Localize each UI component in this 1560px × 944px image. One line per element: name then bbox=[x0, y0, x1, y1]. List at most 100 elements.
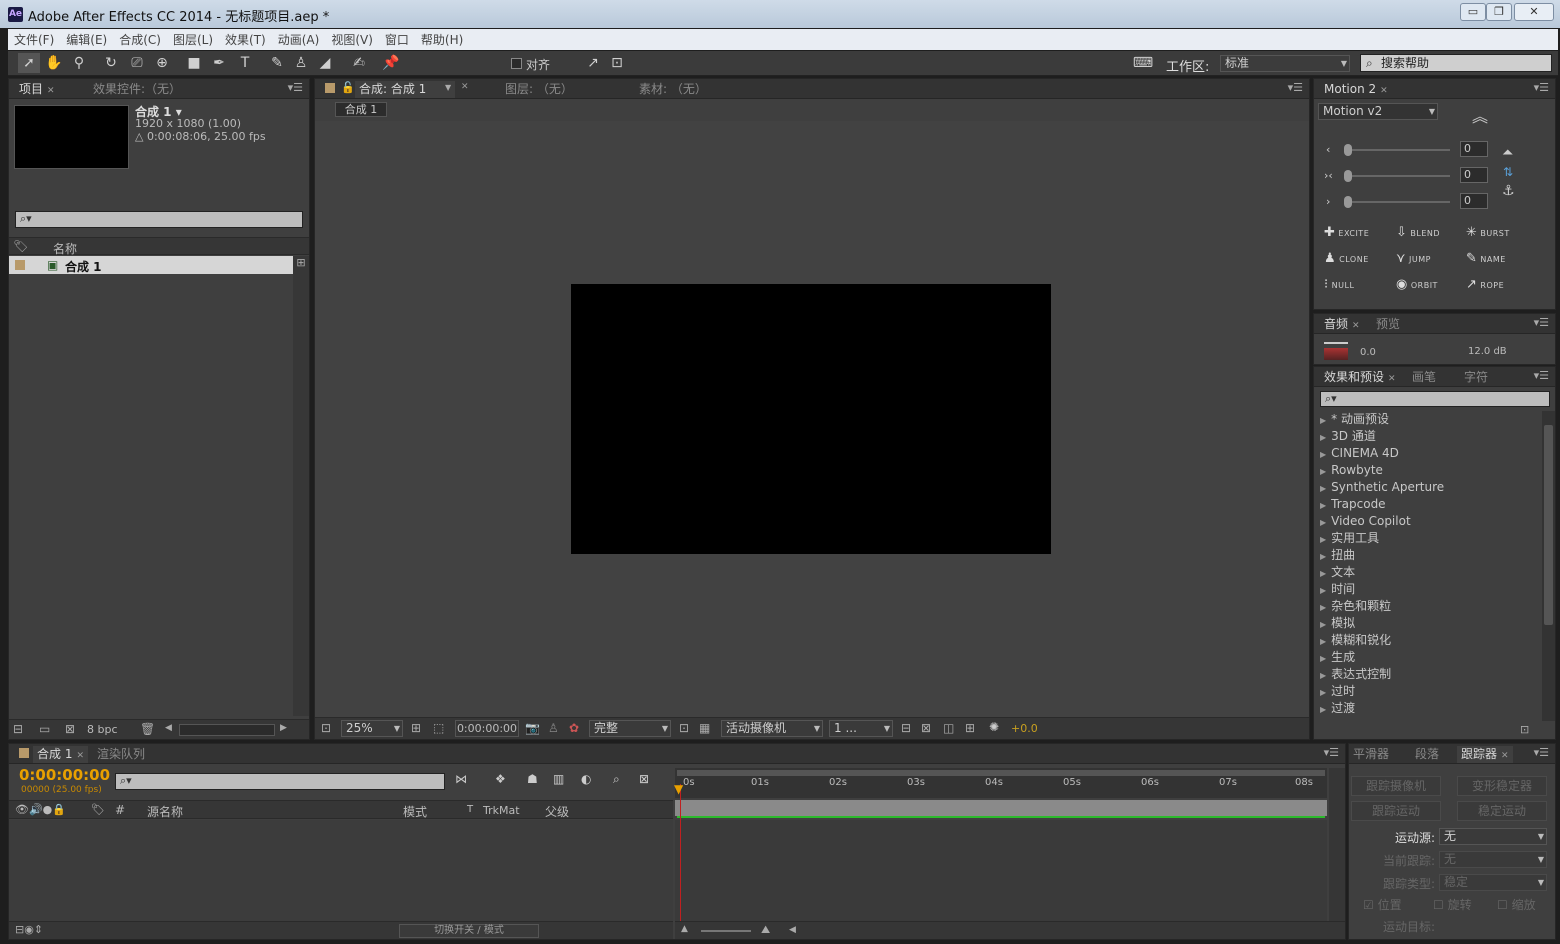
text-tool-icon[interactable]: T bbox=[234, 53, 256, 73]
panel-menu-icon[interactable]: ▾☰ bbox=[288, 81, 303, 94]
brainstorm-icon[interactable]: ⊠ bbox=[639, 772, 649, 786]
tab-tracker[interactable]: 跟踪器 ✕ bbox=[1457, 746, 1513, 763]
panel-menu-icon[interactable]: ▾☰ bbox=[1534, 81, 1549, 94]
burst-button[interactable]: ✳ BURST bbox=[1466, 225, 1510, 240]
excite-button[interactable]: ✚ EXCITE bbox=[1324, 225, 1369, 240]
zoom-out-icon[interactable]: ▲ bbox=[681, 924, 688, 934]
timeline-track-area[interactable] bbox=[675, 820, 1327, 921]
label-column-icon[interactable]: 🏷 bbox=[13, 239, 28, 253]
work-area-bar[interactable] bbox=[675, 800, 1327, 816]
hand-tool-icon[interactable]: ✋ bbox=[43, 53, 65, 73]
transform-mode-icon[interactable]: ⊡ bbox=[606, 53, 628, 73]
tab-motion[interactable]: Motion 2 ✕ bbox=[1320, 81, 1392, 98]
tab-timeline-comp[interactable]: 合成 1 ✕ bbox=[33, 746, 88, 763]
comp-mini-flowchart-icon[interactable]: ⋈ bbox=[455, 772, 467, 786]
menu-layer[interactable]: 图层(L) bbox=[173, 31, 213, 48]
playhead-marker-icon[interactable]: ▼ bbox=[674, 782, 683, 796]
fast-preview-icon[interactable]: ⊠ bbox=[921, 721, 931, 735]
snapshot-icon[interactable]: 📷 bbox=[525, 721, 540, 735]
new-folder-icon[interactable]: ▭ bbox=[39, 722, 50, 736]
ease-both-value[interactable]: 0 bbox=[1460, 167, 1488, 183]
list-item[interactable]: ▶ 过时 bbox=[1320, 683, 1355, 700]
time-navigator-bar[interactable] bbox=[677, 770, 1325, 776]
scale-checkbox[interactable]: ☐ 缩放 bbox=[1497, 896, 1536, 913]
new-comp-icon[interactable]: ⊠ bbox=[65, 722, 75, 736]
anchor-icon[interactable]: ⚓ bbox=[1502, 183, 1515, 199]
rectangle-tool-icon[interactable]: ■ bbox=[183, 53, 205, 73]
composition-viewer[interactable] bbox=[315, 121, 1309, 717]
tab-effects-controls[interactable]: 效果控件:（无） bbox=[89, 81, 185, 98]
label-column-icon[interactable]: 🏷 bbox=[91, 803, 105, 816]
tab-composition[interactable]: 合成: 合成 1 bbox=[355, 81, 455, 98]
roto-brush-tool-icon[interactable]: ✍ bbox=[348, 53, 370, 73]
list-item[interactable]: ▶ 生成 bbox=[1320, 649, 1355, 666]
flowchart-icon[interactable]: ⊞ bbox=[293, 256, 309, 269]
tab-footage[interactable]: 素材: （无） bbox=[635, 81, 711, 98]
search-help-input[interactable]: 搜索帮助 bbox=[1360, 54, 1552, 72]
track-type-dropdown[interactable]: 稳定 ▼ bbox=[1439, 874, 1547, 891]
comp-tab-dropdown-icon[interactable]: ▼ bbox=[445, 83, 451, 92]
always-preview-icon[interactable]: ⊡ bbox=[321, 721, 331, 735]
clone-button[interactable]: ♟ CLONE bbox=[1324, 251, 1369, 266]
close-comp-tab-icon[interactable]: ✕ bbox=[461, 82, 469, 92]
panel-menu-icon[interactable]: ▾☰ bbox=[1534, 369, 1549, 382]
camera-tool-icon[interactable]: ⎚ bbox=[126, 53, 148, 73]
rope-button[interactable]: ↗ ROPE bbox=[1466, 277, 1504, 292]
magnification-dropdown[interactable]: 25% ▼ bbox=[341, 720, 403, 737]
scroll-right-icon[interactable]: ▶ bbox=[280, 723, 287, 733]
list-item[interactable]: ▶ 表达式控制 bbox=[1320, 666, 1391, 683]
motion-blur-icon[interactable]: ◐ bbox=[581, 772, 591, 786]
brush-tool-icon[interactable]: ✎ bbox=[266, 53, 288, 73]
swap-icon[interactable]: ⇅ bbox=[1503, 165, 1513, 179]
timeline-vertical-scrollbar[interactable] bbox=[1329, 768, 1345, 921]
region-of-interest-icon[interactable]: ⊡ bbox=[679, 721, 689, 735]
toggle-switches-modes-button[interactable]: 切换开关 / 模式 bbox=[399, 924, 539, 938]
interpret-footage-icon[interactable]: ⊟ bbox=[13, 722, 23, 736]
layer-list-area[interactable] bbox=[9, 820, 673, 921]
menu-edit[interactable]: 编辑(E) bbox=[66, 31, 107, 48]
zoom-tool-icon[interactable]: ⚲ bbox=[68, 53, 90, 73]
exposure-icon[interactable]: ✺ bbox=[989, 720, 999, 734]
motion-preset-dropdown[interactable]: Motion v2 ▼ bbox=[1318, 103, 1438, 120]
list-item[interactable]: ▶ 模糊和锐化 bbox=[1320, 632, 1391, 649]
timeline-search-input[interactable]: ⌕▾ bbox=[115, 773, 445, 790]
list-item[interactable]: ▶ 扭曲 bbox=[1320, 547, 1355, 564]
panel-menu-icon[interactable]: ▾☰ bbox=[1324, 746, 1339, 759]
bit-depth-button[interactable]: 8 bpc bbox=[87, 723, 118, 736]
timeline-icon[interactable]: ◫ bbox=[943, 721, 954, 735]
list-item[interactable]: ▶ 杂色和颗粒 bbox=[1320, 598, 1391, 615]
stabilize-motion-button[interactable]: 稳定运动 bbox=[1457, 801, 1547, 821]
list-item[interactable]: ▶ Trapcode bbox=[1320, 496, 1386, 513]
list-item[interactable]: ▶ 时间 bbox=[1320, 581, 1355, 598]
source-name-column-header[interactable]: 源名称 bbox=[147, 803, 183, 820]
list-item[interactable]: ▶ Video Copilot bbox=[1320, 513, 1411, 530]
current-time-display[interactable]: 0:00:00:00 bbox=[455, 720, 519, 737]
ease-both-slider[interactable] bbox=[1344, 170, 1450, 182]
jump-button[interactable]: ⋎ JUMP bbox=[1396, 251, 1431, 266]
effects-search-input[interactable]: ⌕▾ bbox=[1320, 391, 1550, 407]
selection-tool-icon[interactable]: ➚ bbox=[18, 53, 40, 73]
pixel-aspect-icon[interactable]: ⊟ bbox=[901, 721, 911, 735]
effects-scrollbar[interactable] bbox=[1542, 411, 1555, 721]
exposure-value[interactable]: +0.0 bbox=[1011, 722, 1038, 735]
ease-in-value[interactable]: 0 bbox=[1460, 141, 1488, 157]
parent-column-header[interactable]: 父级 bbox=[545, 803, 569, 820]
minimize-button[interactable]: ▭ bbox=[1460, 3, 1486, 21]
pen-tool-icon[interactable]: ✒ bbox=[208, 53, 230, 73]
trkmat-column-header[interactable]: TrkMat bbox=[483, 804, 520, 817]
puppet-pin-tool-icon[interactable]: 📌 bbox=[380, 53, 402, 73]
project-scrollbar[interactable]: ⊞ bbox=[293, 256, 309, 716]
track-camera-button[interactable]: 跟踪摄像机 bbox=[1351, 776, 1441, 796]
project-search-input[interactable]: ⌕▾ bbox=[15, 211, 303, 228]
channel-icon[interactable]: ✿ bbox=[569, 721, 579, 735]
blend-button[interactable]: ⇩ BLEND bbox=[1396, 225, 1440, 240]
panel-menu-icon[interactable]: ▾☰ bbox=[1534, 746, 1549, 759]
list-item[interactable]: ▶ 文本 bbox=[1320, 564, 1355, 581]
timeline-timecode[interactable]: 0:00:00:00 bbox=[19, 766, 110, 784]
graph-editor-icon[interactable]: ⌕ bbox=[613, 772, 620, 787]
rocket-icon[interactable]: ⏶ bbox=[1502, 145, 1513, 161]
shy-layers-icon[interactable]: ☗ bbox=[527, 772, 538, 786]
tab-smoother[interactable]: 平滑器 bbox=[1349, 746, 1393, 763]
checkerboard-icon[interactable]: ▦ bbox=[699, 721, 710, 735]
workspace-dropdown[interactable]: 标准 ▼ bbox=[1220, 55, 1350, 72]
